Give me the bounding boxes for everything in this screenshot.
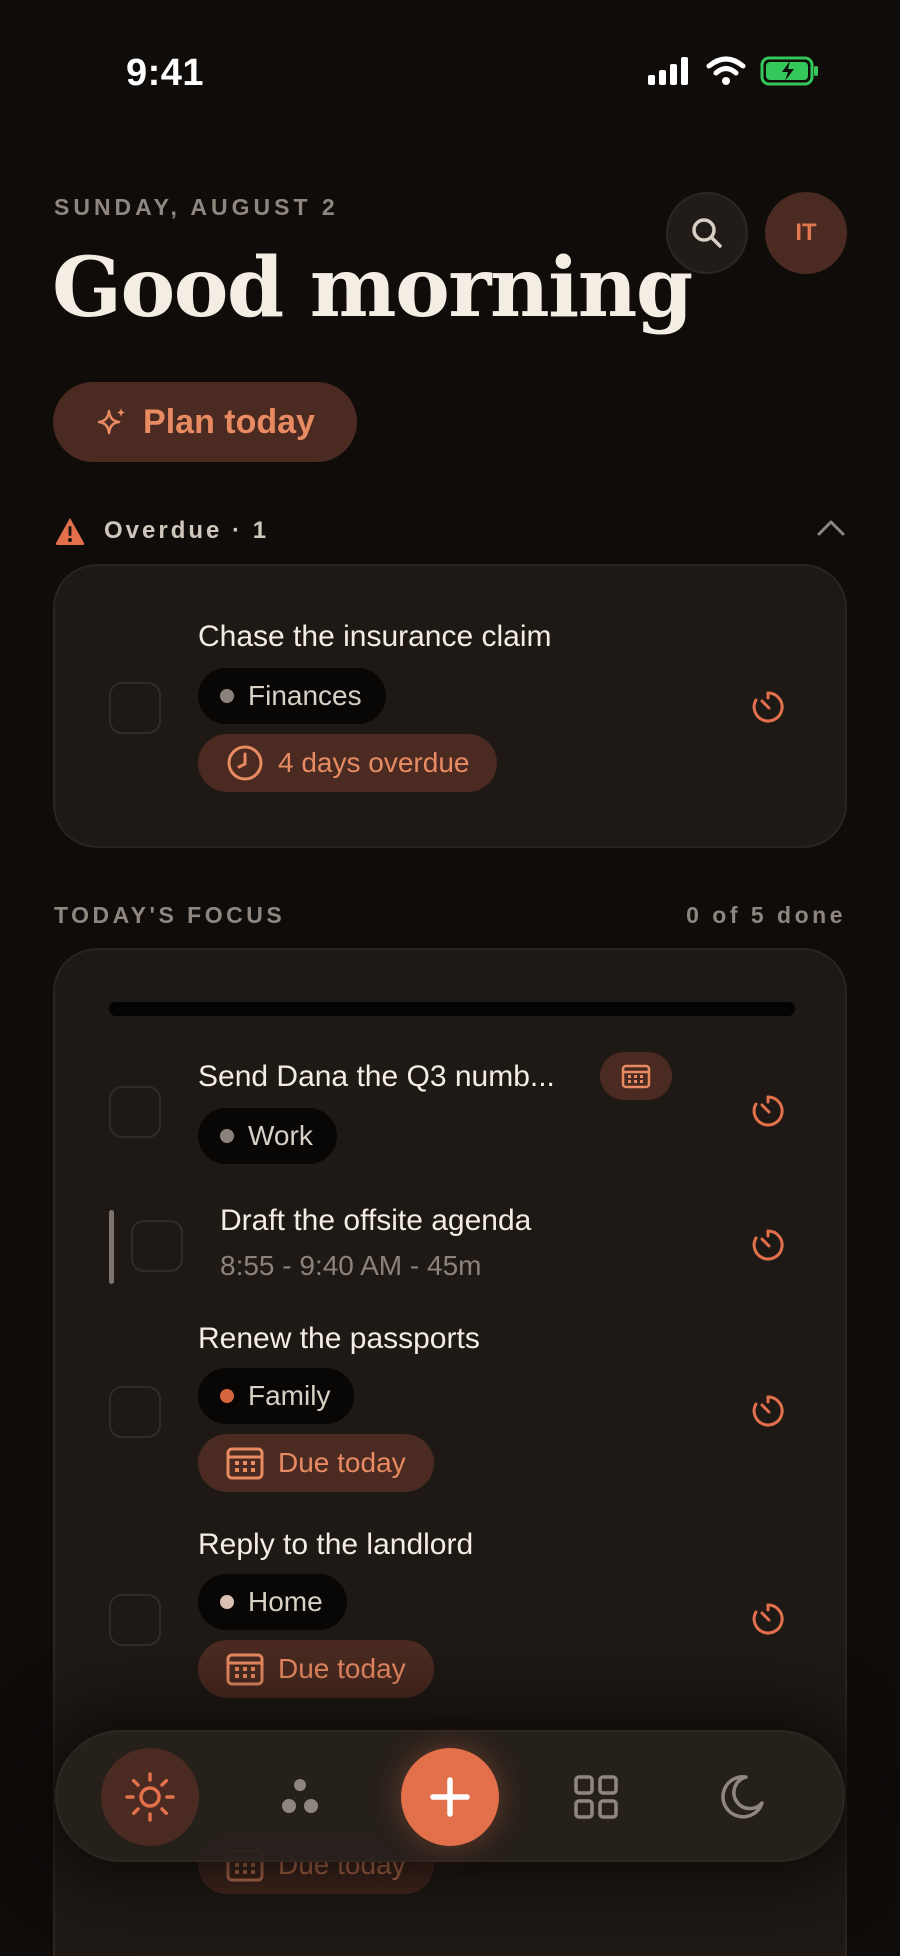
task-item[interactable]: Renew the passports Family Due today [55, 1322, 845, 1512]
focus-label: TODAY'S FOCUS [54, 902, 286, 928]
tag-label: Family [248, 1380, 331, 1411]
task-checkbox[interactable] [109, 1086, 161, 1138]
task-time: 8:55 - 9:40 AM - 45m [220, 1250, 482, 1281]
task-title: Renew the passports [198, 1322, 480, 1355]
overdue-status: 4 days overdue [278, 747, 470, 778]
focus-progress-text: 0 of 5 done [686, 902, 846, 928]
add-task-button[interactable] [401, 1748, 499, 1846]
task-title: Reply to the landlord [198, 1528, 474, 1561]
wifi-icon [706, 56, 746, 85]
tag-label: Home [248, 1586, 323, 1617]
calendar-badge[interactable] [600, 1052, 672, 1100]
overdue-label: Overdue · 1 [104, 517, 270, 544]
timer-icon[interactable] [749, 688, 787, 726]
avatar[interactable]: IT [765, 192, 847, 274]
tag-dot [220, 1595, 234, 1609]
battery-icon [760, 56, 818, 86]
focus-progress-bar [109, 1002, 795, 1016]
tag-chip[interactable]: Home [198, 1574, 347, 1630]
task-title: Chase the insurance claim [198, 620, 552, 653]
task-title: Send Dana the Q3 numb... [198, 1060, 555, 1093]
due-status: Due today [278, 1653, 406, 1684]
search-button[interactable] [666, 192, 748, 274]
task-checkbox[interactable] [109, 682, 161, 734]
sparkle-icon [97, 408, 126, 435]
moon-icon [721, 1775, 764, 1819]
timer-icon[interactable] [749, 1392, 787, 1430]
calendar-icon [226, 1653, 264, 1686]
schedule-bar [109, 1210, 114, 1284]
task-checkbox[interactable] [109, 1386, 161, 1438]
task-item[interactable]: Draft the offsite agenda 8:55 - 9:40 AM … [55, 1200, 845, 1300]
task-title: Draft the offsite agenda [220, 1204, 532, 1237]
focus-header: TODAY'S FOCUS 0 of 5 done [54, 902, 846, 929]
task-item[interactable]: Chase the insurance claim Finances 4 day… [55, 566, 845, 850]
search-icon [692, 218, 722, 248]
chevron-up-icon[interactable] [816, 518, 846, 538]
due-chip: Due today [198, 1434, 434, 1492]
tag-label: Work [248, 1120, 313, 1151]
clock-icon [227, 745, 263, 781]
greeting-title: Good morning [52, 240, 693, 336]
bottom-nav [55, 1730, 845, 1862]
status-icons [648, 56, 820, 86]
overdue-chip: 4 days overdue [198, 734, 498, 792]
timer-icon[interactable] [749, 1092, 787, 1130]
due-chip: Due today [198, 1640, 434, 1698]
plan-today-label: Plan today [143, 402, 315, 441]
overdue-card: Chase the insurance claim Finances 4 day… [53, 564, 847, 848]
tag-chip[interactable]: Family [198, 1368, 355, 1424]
status-bar: 9:41 [0, 0, 900, 150]
tag-chip[interactable]: Work [198, 1108, 337, 1164]
nav-today[interactable] [101, 1748, 199, 1846]
tag-dot [220, 1389, 234, 1403]
signal-icon [648, 57, 688, 85]
timer-icon[interactable] [749, 1226, 787, 1264]
overdue-header[interactable]: Overdue · 1 [54, 514, 846, 548]
nav-evening[interactable] [693, 1748, 791, 1846]
tag-dot [220, 689, 234, 703]
timer-icon[interactable] [749, 1600, 787, 1638]
tag-dot [220, 1129, 234, 1143]
tag-chip[interactable]: Finances [198, 668, 386, 724]
due-status: Due today [278, 1447, 406, 1478]
calendar-icon [621, 1064, 651, 1089]
task-item[interactable]: Send Dana the Q3 numb... Work [55, 1050, 845, 1170]
tag-label: Finances [248, 680, 362, 711]
task-item[interactable]: Reply to the landlord Home Due today [55, 1528, 845, 1718]
calendar-icon [226, 1447, 264, 1480]
grid-icon [574, 1775, 618, 1819]
task-checkbox[interactable] [131, 1220, 183, 1272]
plan-today-button[interactable]: Plan today [53, 382, 357, 462]
status-time: 9:41 [126, 52, 205, 94]
add-icon [430, 1777, 470, 1817]
date-label: SUNDAY, AUGUST 2 [54, 194, 339, 220]
nav-clusters[interactable] [251, 1748, 349, 1846]
task-checkbox[interactable] [109, 1594, 161, 1646]
warning-icon [55, 518, 85, 545]
nav-grid[interactable] [547, 1748, 645, 1846]
sun-icon [125, 1772, 175, 1822]
clusters-icon [282, 1779, 318, 1813]
